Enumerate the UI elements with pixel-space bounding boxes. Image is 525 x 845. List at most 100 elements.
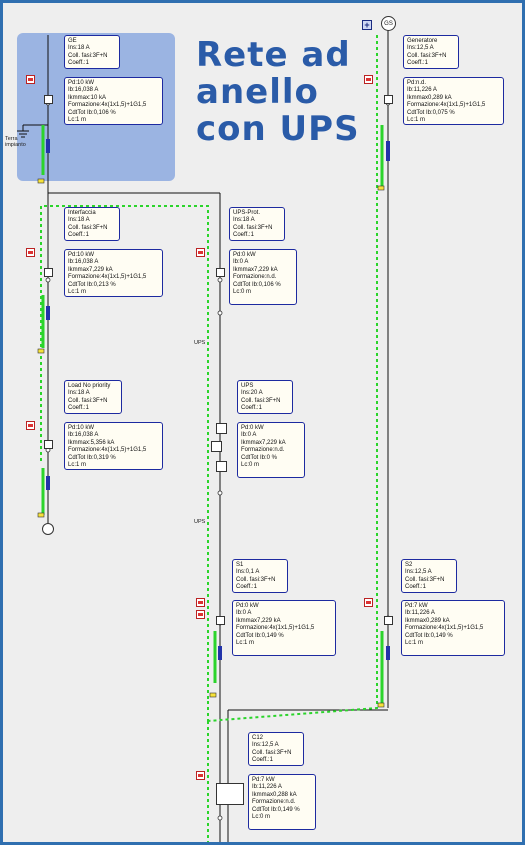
ups-prot-cdt: CdtTot Ib:0,106 %	[233, 281, 281, 288]
ups-prot-coeff: Coeff.:1	[233, 232, 254, 239]
ge-phases: Coll. fasi:3F+N	[68, 52, 108, 59]
breaker-s2-symbol[interactable]	[384, 616, 393, 625]
c12-cdt: CdtTot Ib:0,149 %	[252, 806, 300, 813]
ups-prot-data-box[interactable]: Pd:0 kW Ib:0 A Ikmmax7,229 kA Formazione…	[229, 249, 297, 305]
ge-lc: Lc:1 m	[68, 117, 87, 124]
ups-coeff: Coeff.:1	[241, 405, 262, 412]
ring-label-ups-a: UPS	[194, 340, 206, 346]
load-rating-box[interactable]: Load No priority Ins:18 A Coll. fasi:3F+…	[64, 380, 122, 414]
properties-ups-prot-icon[interactable]	[196, 248, 205, 257]
generatore-data-box[interactable]: Pd:n.d. Ib:11,226 A Ikmmax0,289 kA Forma…	[403, 77, 504, 125]
s1-rating-box[interactable]: S1 Ins:0,1 A Coll. fasi:3F+N Coeff.:1	[232, 559, 288, 593]
interfaccia-cdt: CdtTot Ib:0,213 %	[68, 281, 116, 288]
s2-cdt: CdtTot Ib:0,149 %	[405, 632, 453, 639]
interfaccia-ib: Ib:16,038 A	[68, 259, 99, 266]
earth-label: Terra impianto	[5, 136, 26, 148]
breaker-generatore-symbol[interactable]	[384, 95, 393, 104]
generatore-lc: Lc:1 m	[407, 117, 426, 124]
load-coeff: Coeff.:1	[68, 405, 89, 412]
c12-data-box[interactable]: Pd:7 kW Ib:11,226 A Ikmmax0,288 kA Forma…	[248, 774, 316, 830]
c12-ins: Ins:12,5 A	[252, 742, 279, 749]
ups-formazione: Formazione:n.d.	[241, 447, 285, 454]
c12-coeff: Coeff.:1	[252, 757, 273, 764]
load-ib: Ib:16,038 A	[68, 432, 99, 439]
interfaccia-rating-box[interactable]: Interfaccia Ins:18 A Coll. fasi:3F+N Coe…	[64, 207, 120, 241]
s2-ib: Ib:11,226 A	[405, 610, 435, 617]
ge-data-box[interactable]: Pd:10 kW Ib:16,038 A Ikmmax:10 kA Formaz…	[64, 77, 163, 125]
load-lc: Lc:1 m	[68, 462, 87, 469]
ups-phases: Coll. fasi:3F+N	[241, 397, 281, 404]
breaker-ge-symbol[interactable]	[44, 95, 53, 104]
s2-data-box[interactable]: Pd:7 kW Ib:11,226 A Ikmmax0,289 kA Forma…	[401, 600, 505, 656]
interfaccia-lc: Lc:1 m	[68, 289, 87, 296]
c12-phases: Coll. fasi:3F+N	[252, 749, 292, 756]
ups-prot-pd: Pd:0 kW	[233, 252, 256, 258]
interfaccia-ins: Ins:18 A	[68, 217, 90, 224]
transfer-switch-c12-symbol[interactable]	[216, 783, 244, 805]
c12-pd: Pd:7 kW	[252, 777, 275, 783]
ge-ib: Ib:16,038 A	[68, 87, 99, 94]
ge-cdt: CdtTot Ib:0,106 %	[68, 109, 116, 116]
breaker-interfaccia-symbol[interactable]	[44, 268, 53, 277]
properties-load-icon[interactable]	[26, 421, 35, 430]
ups-prot-phases: Coll. fasi:3F+N	[233, 224, 273, 231]
s2-rating-box[interactable]: S2 Ins:12,5 A Coll. fasi:3F+N Coeff.:1	[401, 559, 457, 593]
generatore-pd: Pd:n.d.	[407, 80, 427, 86]
s2-ikmmax: Ikmmax0,289 kA	[405, 617, 450, 624]
s1-data-box[interactable]: Pd:0 kW Ib:0 A Ikmmax7,229 kA Formazione…	[232, 600, 336, 656]
ups-rating-box[interactable]: UPS Ins:20 A Coll. fasi:3F+N Coeff.:1	[237, 380, 293, 414]
breaker-load-symbol[interactable]	[44, 440, 53, 449]
ups-rectifier-symbol[interactable]	[216, 423, 227, 434]
ups-title: UPS	[241, 383, 254, 389]
interfaccia-phases: Coll. fasi:3F+N	[68, 224, 108, 231]
properties-ge-icon[interactable]	[26, 75, 35, 84]
load-data-box[interactable]: Pd:10 kW Ib:16,038 A Ikmmax:5,356 kA For…	[64, 422, 163, 470]
diagram-canvas: Rete ad anello con UPS Terra impianto + …	[3, 3, 522, 842]
generator-gs-symbol[interactable]: GS	[381, 16, 396, 31]
s1-ins: Ins:0,1 A	[236, 569, 260, 576]
ups-prot-rating-box[interactable]: UPS-Prot. Ins:18 A Coll. fasi:3F+N Coeff…	[229, 207, 285, 241]
ring-label-ups-b: UPS	[194, 519, 206, 525]
interfaccia-data-box[interactable]: Pd:10 kW Ib:16,038 A Ikmmax7,229 kA Form…	[64, 249, 163, 297]
c12-title: C12	[252, 735, 264, 741]
properties-interfaccia-icon[interactable]	[26, 248, 35, 257]
ups-ib: Ib:0 A	[241, 432, 257, 439]
ups-data-box[interactable]: Pd:0 kW Ib:0 A Ikmmax7,229 kA Formazione…	[237, 422, 305, 478]
s2-coeff: Coeff.:1	[405, 584, 426, 591]
ge-rating-box[interactable]: GE Ins:18 A Coll. fasi:3F+N Coeff.:1	[64, 35, 120, 69]
ups-prot-formazione: Formazione:n.d.	[233, 274, 277, 281]
properties-s2-icon[interactable]	[364, 598, 373, 607]
ge-coeff: Coeff.:1	[68, 60, 89, 67]
generatore-ins: Ins:12,5 A	[407, 45, 434, 52]
load-title: Load No priority	[68, 383, 111, 389]
c12-rating-box[interactable]: C12 Ins:12,5 A Coll. fasi:3F+N Coeff.:1	[248, 732, 304, 766]
ge-pd: Pd:10 kW	[68, 80, 95, 86]
ups-battery-symbol[interactable]	[211, 441, 222, 452]
generatore-phases: Coll. fasi:3F+N	[407, 52, 447, 59]
load-ikmmax: Ikmmax:5,356 kA	[68, 439, 115, 446]
c12-ikmmax: Ikmmax0,288 kA	[252, 791, 297, 798]
load-pd: Pd:10 kW	[68, 425, 95, 431]
ups-prot-ib: Ib:0 A	[233, 259, 249, 266]
properties-c12-icon[interactable]	[196, 771, 205, 780]
ups-inverter-symbol[interactable]	[216, 461, 227, 472]
ups-prot-ins: Ins:18 A	[233, 217, 255, 224]
s1-coeff: Coeff.:1	[236, 584, 257, 591]
interfaccia-coeff: Coeff.:1	[68, 232, 89, 239]
generatore-ikmmax: Ikmmax0,289 kA	[407, 94, 452, 101]
properties-generatore-icon[interactable]	[364, 75, 373, 84]
interfaccia-formazione: Formazione:4x(1x1,5)+1G1,5	[68, 274, 147, 281]
properties-s1-icon[interactable]	[196, 598, 205, 607]
ups-pd: Pd:0 kW	[241, 425, 264, 431]
interfaccia-pd: Pd:10 kW	[68, 252, 95, 258]
ups-prot-ikmmax: Ikmmax7,229 kA	[233, 266, 278, 273]
generatore-rating-box[interactable]: Generatore Ins:12,5 A Coll. fasi:3F+N Co…	[403, 35, 459, 69]
add-icon[interactable]: +	[362, 20, 372, 30]
s2-title: S2	[405, 562, 413, 568]
c12-formazione: Formazione:n.d.	[252, 799, 296, 806]
breaker-ups-prot-symbol[interactable]	[216, 268, 225, 277]
properties-s1-secondary-icon[interactable]	[196, 610, 205, 619]
breaker-s1-symbol[interactable]	[216, 616, 225, 625]
ge-formazione: Formazione:4x(1x1,5)+1G1,5	[68, 102, 147, 109]
s2-ins: Ins:12,5 A	[405, 569, 432, 576]
